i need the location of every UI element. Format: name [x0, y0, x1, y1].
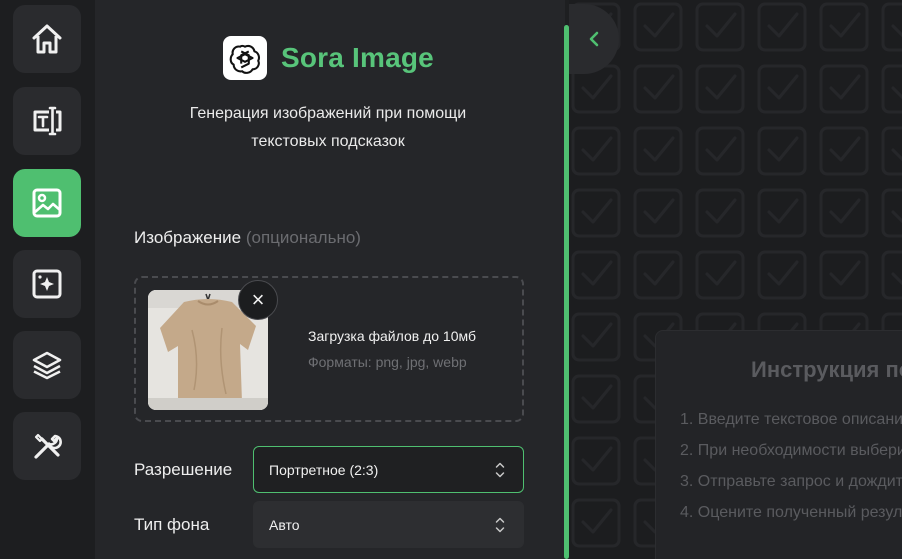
upload-formats-text: Форматы: png, jpg, webp — [308, 354, 467, 370]
page-subtitle: Генерация изображений при помощи текстов… — [155, 100, 501, 156]
image-dropzone[interactable]: × Загрузка файлов до 10мб Форматы: png, … — [134, 276, 524, 422]
chevron-up-down-icon — [495, 462, 505, 478]
instructions-title: Инструкция по — [751, 357, 902, 382]
nav-layers-button[interactable] — [13, 331, 81, 399]
preview-area: Инструкция по 1. Введите текстовое описа… — [569, 0, 902, 559]
instruction-step: 4. Оцените полученный результат — [680, 504, 902, 521]
optional-label: (опционально) — [245, 228, 361, 247]
image-field-label: Изображение (опционально) — [134, 228, 361, 248]
nav-tools-button[interactable] — [13, 412, 81, 480]
tools-icon — [34, 433, 62, 459]
resolution-select[interactable]: Портретное (2:3) — [253, 446, 524, 493]
sparkle-icon — [32, 269, 62, 299]
instruction-step: 1. Введите текстовое описание — [680, 411, 902, 428]
instruction-step: 3. Отправьте запрос и дождитесь — [680, 473, 902, 490]
subtitle-line-1: Генерация изображений при помощи — [189, 105, 467, 122]
background-type-select[interactable]: Авто — [253, 501, 524, 548]
side-nav — [0, 0, 95, 559]
resolution-value: Портретное (2:3) — [269, 461, 379, 478]
nav-home-button[interactable] — [13, 5, 81, 73]
nav-text-button[interactable] — [13, 87, 81, 155]
background-type-value: Авто — [269, 516, 300, 533]
home-icon — [32, 24, 62, 54]
layers-icon — [32, 351, 62, 380]
background-type-label: Тип фона — [134, 515, 210, 534]
text-cursor-icon — [33, 106, 62, 136]
image-label: Изображение — [134, 228, 242, 247]
resolution-label: Разрешение — [134, 460, 233, 479]
nav-magic-button[interactable] — [13, 250, 81, 318]
remove-image-button[interactable]: × — [238, 280, 278, 320]
upload-limit-text: Загрузка файлов до 10мб — [308, 328, 476, 344]
image-icon — [32, 188, 62, 218]
nav-image-button[interactable] — [13, 169, 81, 237]
subtitle-line-2: текстовых подсказок — [251, 133, 405, 150]
openai-logo-icon — [223, 36, 267, 80]
generator-panel: Sora Image Генерация изображений при пом… — [95, 0, 565, 559]
instructions-card: Инструкция по 1. Введите текстовое описа… — [655, 330, 902, 559]
chevron-left-icon — [589, 31, 599, 47]
chevron-up-down-icon — [495, 517, 505, 533]
brand-header: Sora Image — [223, 36, 434, 80]
instruction-step: 2. При необходимости выберите — [680, 442, 902, 459]
brand-title: Sora Image — [281, 42, 434, 73]
instructions-list: 1. Введите текстовое описание 2. При нео… — [680, 409, 902, 533]
